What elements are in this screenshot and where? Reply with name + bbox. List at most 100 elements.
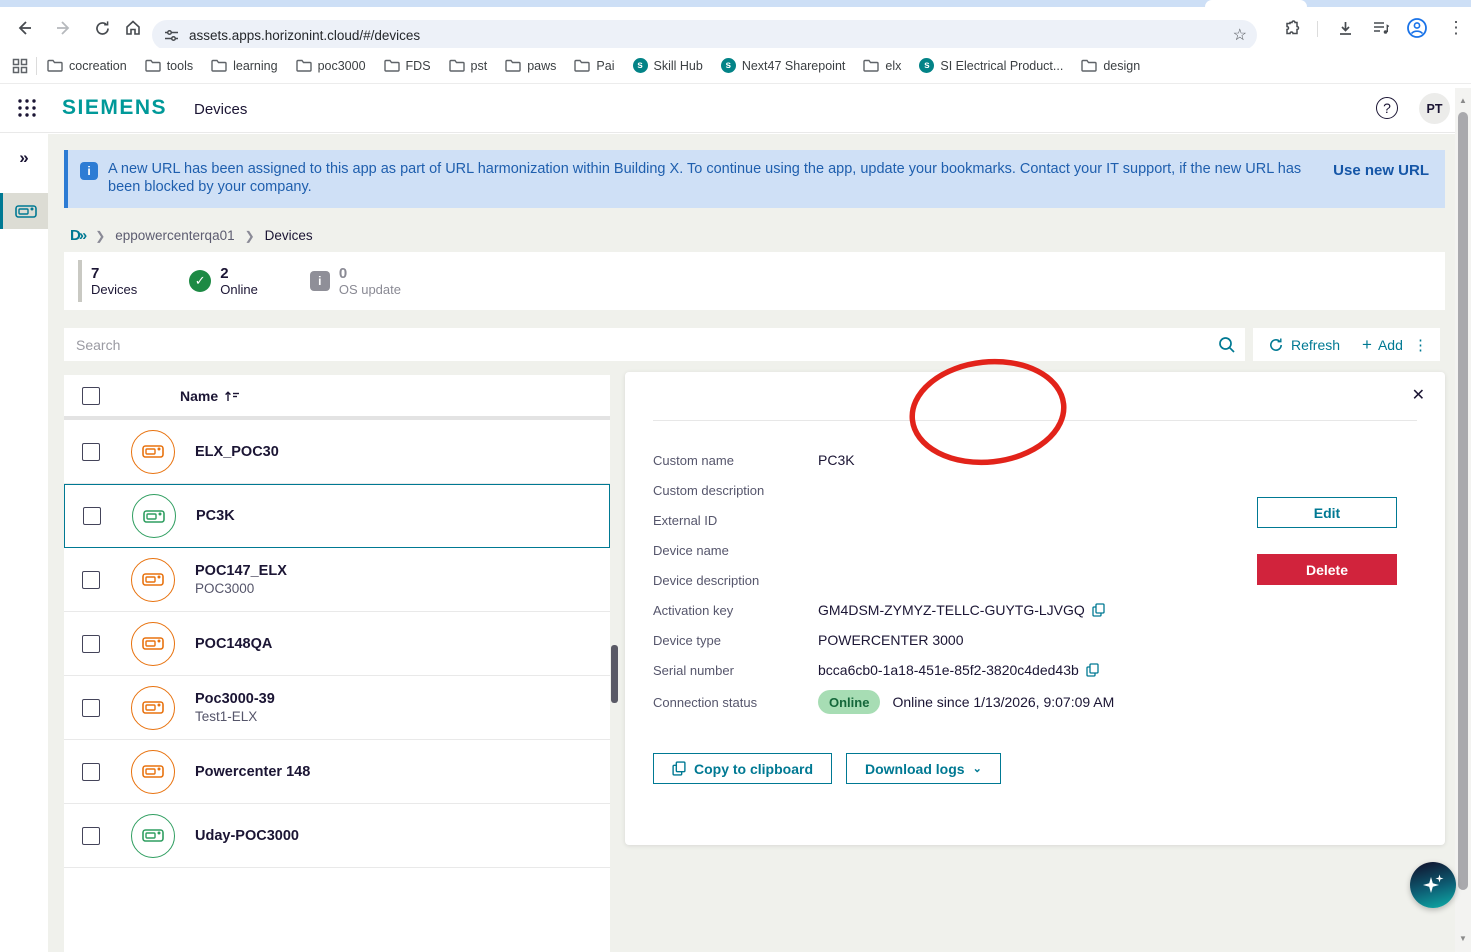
- select-all-checkbox[interactable]: [82, 387, 100, 405]
- help-icon[interactable]: ?: [1376, 97, 1398, 119]
- device-row[interactable]: PC3K: [64, 484, 610, 548]
- bookmark-item[interactable]: s elx: [863, 59, 901, 73]
- row-checkbox[interactable]: [82, 635, 100, 653]
- row-checkbox[interactable]: [82, 571, 100, 589]
- device-row[interactable]: Uday-POC3000: [64, 804, 610, 868]
- profile-icon[interactable]: [1405, 16, 1429, 40]
- folder-icon: [384, 59, 400, 72]
- breadcrumb-root-icon[interactable]: D»: [70, 227, 85, 244]
- copy-to-clipboard-button[interactable]: Copy to clipboard: [653, 753, 832, 784]
- sidebar-item-devices[interactable]: [0, 193, 48, 229]
- row-checkbox[interactable]: [82, 443, 100, 461]
- name-column-header[interactable]: Name: [180, 388, 218, 404]
- check-circle-icon: ✓: [189, 270, 211, 292]
- row-checkbox[interactable]: [83, 507, 101, 525]
- bar-icon: [78, 260, 82, 302]
- copy-icon[interactable]: [1092, 603, 1105, 617]
- device-name: Uday-POC3000: [195, 827, 299, 845]
- bookmark-item[interactable]: s Pai: [574, 59, 614, 73]
- bookmark-item[interactable]: s FDS: [384, 59, 431, 73]
- bookmark-item[interactable]: s design: [1081, 59, 1140, 73]
- download-logs-button[interactable]: Download logs ⌄: [846, 753, 1001, 784]
- bookmark-item[interactable]: s learning: [211, 59, 277, 73]
- bookmark-item[interactable]: s paws: [505, 59, 556, 73]
- bookmark-item[interactable]: s cocreation: [47, 59, 127, 73]
- device-detail-panel: ✕ Custom name PC3K Custom description: [625, 372, 1445, 845]
- row-checkbox[interactable]: [82, 827, 100, 845]
- close-icon[interactable]: ✕: [1412, 385, 1425, 405]
- site-settings-icon[interactable]: [164, 28, 179, 43]
- tab-media-icon[interactable]: [1369, 16, 1393, 40]
- download-logs-label: Download logs: [865, 761, 965, 777]
- breadcrumb-parent[interactable]: eppowercenterqa01: [115, 228, 234, 243]
- downloads-icon[interactable]: [1333, 16, 1357, 40]
- device-row[interactable]: POC148QA: [64, 612, 610, 676]
- forward-icon[interactable]: [52, 16, 76, 40]
- field-value: POWERCENTER 3000: [818, 632, 963, 648]
- apps-grid-icon[interactable]: [12, 58, 28, 74]
- field-label: External ID: [653, 513, 818, 528]
- page-scrollbar[interactable]: ▲ ▼: [1455, 88, 1471, 952]
- sort-ascending-icon[interactable]: [224, 389, 240, 403]
- panel-tabs: [653, 406, 1417, 421]
- device-name: PC3K: [196, 507, 235, 525]
- bookmark-item[interactable]: s pst: [449, 59, 488, 73]
- browser-menu-icon[interactable]: ⋮: [1444, 16, 1468, 40]
- field-label: Serial number: [653, 663, 818, 678]
- bookmark-label: Next47 Sharepoint: [742, 59, 846, 73]
- device-row[interactable]: ELX_POC30: [64, 420, 610, 484]
- device-row[interactable]: Powercenter 148: [64, 740, 610, 804]
- scroll-up-icon[interactable]: ▲: [1455, 96, 1471, 105]
- chevron-right-icon: ❯: [245, 229, 255, 243]
- bookmark-label: poc3000: [318, 59, 366, 73]
- row-checkbox[interactable]: [82, 699, 100, 717]
- list-actions: Refresh + Add ⋮: [1253, 328, 1440, 361]
- avatar[interactable]: PT: [1419, 93, 1450, 124]
- bookmark-item[interactable]: s Skill Hub: [633, 58, 703, 73]
- field-row: Activation key GM4DSM-ZYMYZ-TELLC-GUYTG-…: [653, 595, 1417, 625]
- search-input[interactable]: [64, 328, 1209, 361]
- url-bar[interactable]: assets.apps.horizonint.cloud/#/devices ☆: [152, 20, 1257, 50]
- device-status-icon: [131, 686, 175, 730]
- device-row[interactable]: Poc3000-39 Test1-ELX: [64, 676, 610, 740]
- chevron-right-icon: ❯: [95, 229, 105, 243]
- assistant-fab[interactable]: [1410, 862, 1456, 908]
- search-icon[interactable]: [1209, 336, 1245, 354]
- more-options-icon[interactable]: ⋮: [1413, 336, 1428, 354]
- delete-button[interactable]: Delete: [1257, 554, 1397, 585]
- row-checkbox[interactable]: [82, 763, 100, 781]
- scrollbar-thumb[interactable]: [1458, 112, 1468, 890]
- list-scrollbar-thumb[interactable]: [611, 645, 618, 703]
- edit-button[interactable]: Edit: [1257, 497, 1397, 528]
- sidebar-expand-icon[interactable]: »: [0, 134, 48, 182]
- field-value: PC3K: [818, 452, 855, 468]
- bookmark-label: Pai: [596, 59, 614, 73]
- bookmark-item[interactable]: s Next47 Sharepoint: [721, 58, 846, 73]
- scroll-down-icon[interactable]: ▼: [1455, 934, 1471, 943]
- use-new-url-link[interactable]: Use new URL: [1333, 162, 1429, 208]
- bookmark-item[interactable]: s tools: [145, 59, 193, 73]
- app-launcher-icon[interactable]: [16, 97, 38, 119]
- add-label: Add: [1378, 337, 1403, 353]
- copy-to-clipboard-label: Copy to clipboard: [694, 761, 813, 777]
- folder-icon: [211, 59, 227, 72]
- bookmark-item[interactable]: s poc3000: [296, 59, 366, 73]
- url-text[interactable]: assets.apps.horizonint.cloud/#/devices: [189, 28, 1233, 43]
- field-label: Custom name: [653, 453, 818, 468]
- device-rows: ELX_POC30 PC3K: [64, 420, 610, 868]
- stat-item: ✓ i 7 Devices: [78, 260, 137, 302]
- device-row[interactable]: POC147_ELX POC3000: [64, 548, 610, 612]
- add-button[interactable]: + Add: [1362, 335, 1403, 355]
- sharepoint-icon: s: [919, 58, 934, 73]
- bookmark-item[interactable]: s SI Electrical Product...: [919, 58, 1063, 73]
- stat-value: 0: [339, 265, 401, 282]
- copy-icon[interactable]: [1086, 663, 1099, 677]
- folder-icon: [505, 59, 521, 72]
- reload-icon[interactable]: [90, 16, 114, 40]
- refresh-button[interactable]: Refresh: [1268, 337, 1340, 353]
- extensions-icon[interactable]: [1280, 16, 1304, 40]
- device-status-icon: [131, 430, 175, 474]
- home-icon[interactable]: [121, 16, 145, 40]
- bookmark-star-icon[interactable]: ☆: [1233, 25, 1247, 45]
- back-icon[interactable]: [12, 16, 36, 40]
